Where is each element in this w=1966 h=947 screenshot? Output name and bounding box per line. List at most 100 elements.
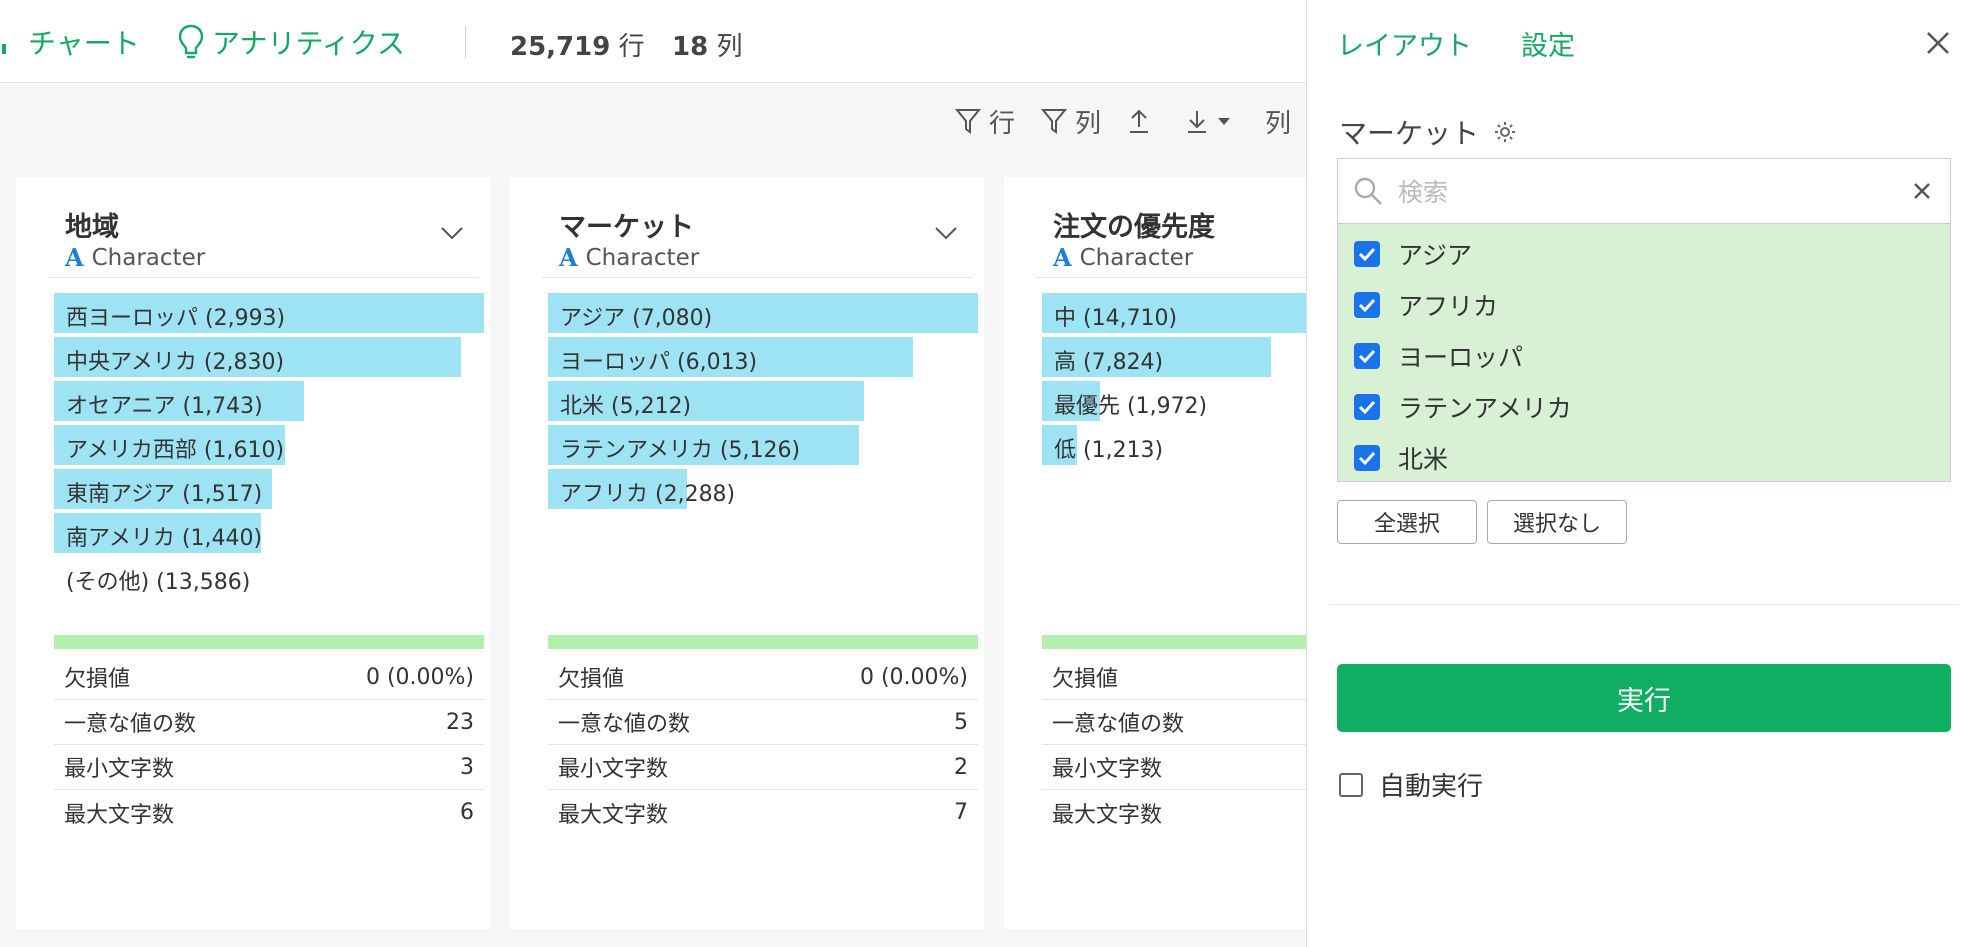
- col-count-unit: 列: [716, 32, 743, 62]
- check-icon: [1358, 349, 1376, 363]
- value-bar[interactable]: 南アメリカ (1,440): [54, 513, 484, 553]
- checkbox-unchecked[interactable]: [1339, 772, 1363, 797]
- column-header[interactable]: マーケット A Character: [542, 191, 972, 278]
- option-item[interactable]: ヨーロッパ: [1338, 330, 1950, 381]
- check-icon: [1358, 298, 1376, 312]
- download-button[interactable]: [1185, 107, 1239, 135]
- auto-run-label: 自動実行: [1379, 772, 1484, 802]
- column-filter-button[interactable]: 列: [1041, 103, 1101, 140]
- value-bar-label: ヨーロッパ (6,013): [560, 350, 758, 375]
- stat-max-length: 最大文字数 6: [64, 800, 474, 828]
- value-bar-label: 南アメリカ (1,440): [66, 526, 263, 551]
- column-menu-button[interactable]: 列: [1265, 103, 1291, 140]
- run-button[interactable]: 実行: [1337, 664, 1951, 732]
- stat-missing: 欠損値 0 (0.00%): [54, 655, 484, 700]
- option-label: アジア: [1398, 240, 1473, 270]
- column-menu-label: 列: [1265, 108, 1292, 139]
- value-bar[interactable]: アメリカ西部 (1,610): [54, 425, 484, 465]
- checkbox-checked[interactable]: [1354, 444, 1380, 471]
- option-item[interactable]: アジア: [1338, 228, 1950, 279]
- checkbox-checked[interactable]: [1354, 240, 1380, 267]
- chevron-down-icon[interactable]: [934, 225, 958, 241]
- check-icon: [1358, 400, 1376, 414]
- chevron-down-icon[interactable]: [440, 225, 464, 241]
- checkbox-checked[interactable]: [1354, 342, 1380, 369]
- analytics-tab[interactable]: アナリティクス: [178, 22, 405, 62]
- upload-icon: [1130, 109, 1149, 133]
- row-filter-button[interactable]: 行: [955, 103, 1015, 140]
- valid-ratio-bar: [548, 635, 978, 649]
- value-bar[interactable]: 西ヨーロッパ (2,993): [54, 293, 484, 333]
- value-bar-label: 中 (14,710): [1054, 306, 1178, 331]
- check-icon: [1358, 247, 1376, 261]
- value-bar-label: ラテンアメリカ (5,126): [560, 438, 801, 463]
- table-toolbar: 行 列 列: [955, 103, 1317, 140]
- upload-button[interactable]: [1127, 107, 1159, 135]
- tab-layout[interactable]: レイアウト: [1337, 24, 1472, 63]
- value-bar[interactable]: ヨーロッパ (6,013): [548, 337, 978, 377]
- row-filter-label: 行: [989, 108, 1016, 139]
- value-bar[interactable]: アジア (7,080): [548, 293, 978, 333]
- checkbox-checked[interactable]: [1354, 393, 1380, 420]
- value-bar[interactable]: 中央アメリカ (2,830): [54, 337, 484, 377]
- option-label: ラテンアメリカ: [1398, 393, 1572, 423]
- column-header[interactable]: 地域 A Character: [48, 191, 478, 278]
- value-bar[interactable]: 東南アジア (1,517): [54, 469, 484, 509]
- search-input[interactable]: [1396, 169, 1880, 215]
- col-count: 18 列: [672, 26, 742, 63]
- filter-panel: レイアウト 設定 マーケット アジア アフリカ ヨーロッパ: [1306, 0, 1966, 947]
- other-values-label: (その他) (13,586): [66, 570, 251, 595]
- column-type-label: Character: [91, 244, 206, 271]
- auto-run-toggle[interactable]: 自動実行: [1339, 766, 1483, 803]
- value-bar[interactable]: ラテンアメリカ (5,126): [548, 425, 978, 465]
- option-label: 北米: [1398, 444, 1449, 474]
- option-item[interactable]: 北米: [1338, 432, 1950, 483]
- column-stats: 欠損値 0 (0.00%) 一意な値の数 5 最小文字数 2 最大文字数 7: [548, 655, 978, 835]
- value-bar[interactable]: 北米 (5,212): [548, 381, 978, 421]
- column-card: マーケット A Character アジア (7,080) ヨーロッパ (6,01…: [510, 177, 984, 929]
- value-bar[interactable]: オセアニア (1,743): [54, 381, 484, 421]
- column-filter-label: 列: [1075, 108, 1102, 139]
- option-item[interactable]: ラテンアメリカ: [1338, 381, 1950, 432]
- search-box: [1337, 158, 1951, 224]
- value-options-list: アジア アフリカ ヨーロッパ ラテンアメリカ 北米: [1337, 224, 1951, 482]
- option-label: ヨーロッパ: [1398, 342, 1524, 372]
- panel-title-label: マーケット: [1339, 117, 1480, 150]
- row-count-unit: 行: [618, 32, 645, 62]
- close-icon[interactable]: [1923, 28, 1953, 58]
- value-bar-label: 東南アジア (1,517): [66, 482, 263, 507]
- column-type: A Character: [65, 243, 205, 272]
- stat-unique: 一意な値の数 5: [548, 700, 978, 745]
- search-icon: [1354, 177, 1382, 205]
- value-bar-label: アフリカ (2,288): [560, 482, 736, 507]
- col-count-value: 18: [672, 32, 709, 62]
- stat-unique: 一意な値の数 23: [54, 700, 484, 745]
- select-all-button[interactable]: 全選択: [1337, 500, 1477, 544]
- value-distribution: 西ヨーロッパ (2,993) 中央アメリカ (2,830) オセアニア (1,743…: [54, 293, 484, 601]
- option-item[interactable]: アフリカ: [1338, 279, 1950, 330]
- column-type: A Character: [559, 243, 699, 272]
- value-bar-label: オセアニア (1,743): [66, 394, 263, 419]
- chart-tab-label: チャート: [28, 27, 140, 60]
- character-type-icon: A: [1053, 243, 1072, 272]
- check-icon: [1358, 451, 1376, 465]
- column-card: 地域 A Character 西ヨーロッパ (2,993) 中央アメリカ (2,8…: [16, 177, 490, 929]
- checkbox-checked[interactable]: [1354, 291, 1380, 318]
- gear-icon[interactable]: [1493, 120, 1517, 144]
- column-name: 地域: [65, 212, 119, 243]
- chart-tab[interactable]: チャート: [0, 22, 140, 62]
- stat-min-length: 最小文字数 2: [548, 745, 978, 790]
- clear-icon[interactable]: [1912, 181, 1932, 201]
- divider: [465, 26, 466, 58]
- column-type-label: Character: [1079, 244, 1194, 271]
- value-bar[interactable]: アフリカ (2,288): [548, 469, 978, 509]
- column-stats: 欠損値 0 (0.00%) 一意な値の数 23 最小文字数 3 最大文字数 6: [54, 655, 484, 835]
- valid-ratio-bar: [54, 635, 484, 649]
- other-values: (その他) (13,586): [54, 557, 484, 597]
- select-none-button[interactable]: 選択なし: [1487, 500, 1627, 544]
- column-type: A Character: [1053, 243, 1193, 272]
- tab-settings[interactable]: 設定: [1521, 24, 1575, 63]
- option-label: アフリカ: [1398, 291, 1499, 321]
- character-type-icon: A: [65, 243, 84, 272]
- analytics-tab-label: アナリティクス: [212, 27, 405, 60]
